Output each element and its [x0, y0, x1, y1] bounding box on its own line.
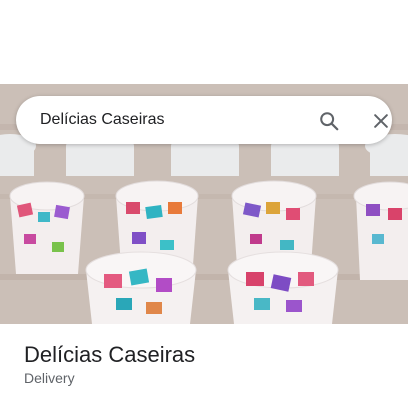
close-icon — [374, 114, 388, 128]
top-blank-area — [0, 0, 408, 84]
search-icon — [320, 112, 339, 131]
place-category: Delivery — [24, 370, 75, 386]
search-input[interactable]: Delícias Caseiras — [40, 96, 164, 144]
place-title: Delícias Caseiras — [24, 342, 196, 367]
search-button[interactable] — [316, 108, 342, 134]
clear-search-button[interactable] — [368, 108, 394, 134]
search-bar[interactable]: Delícias Caseiras — [16, 96, 392, 144]
